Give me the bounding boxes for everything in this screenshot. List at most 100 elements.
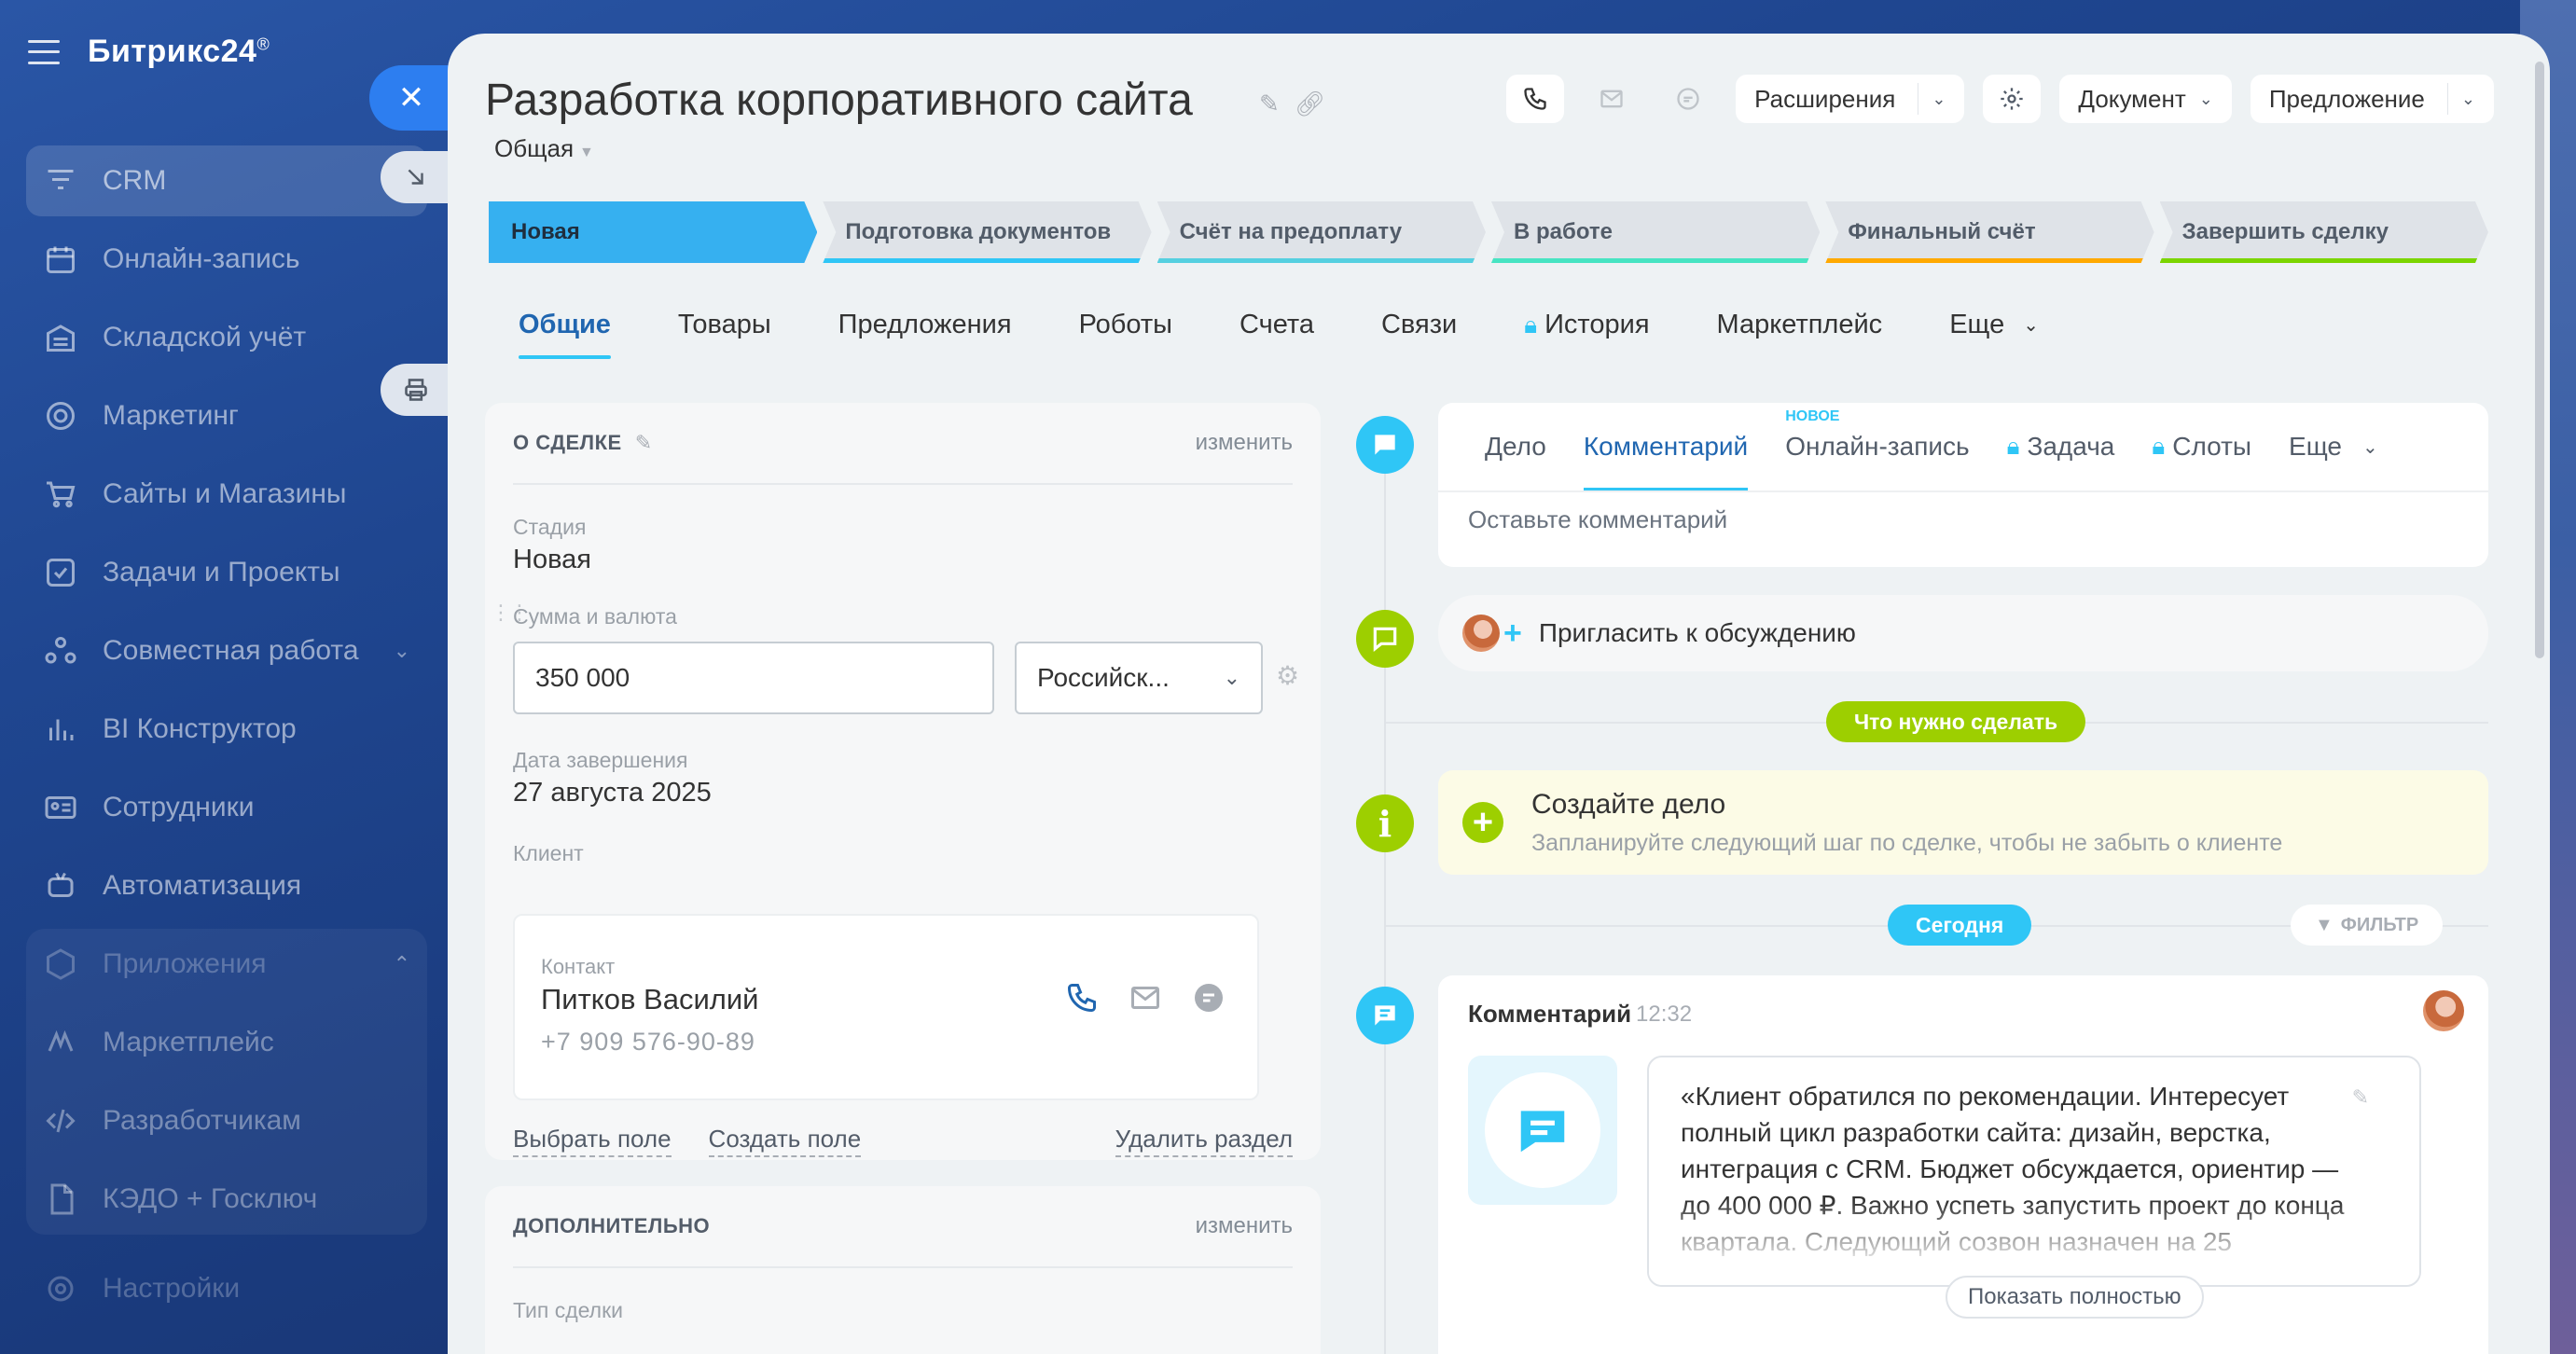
deal-title: Разработка корпоративного сайта [485, 76, 1193, 125]
tab-robots[interactable]: Роботы [1079, 310, 1172, 359]
warehouse-icon [43, 320, 78, 355]
close-date-value[interactable]: 27 августа 2025 [513, 778, 712, 808]
email-button[interactable] [1583, 75, 1641, 123]
stage-5[interactable]: Финальный счёт [1825, 201, 2154, 263]
editor-tab-comment[interactable]: Комментарий [1583, 403, 1749, 490]
tab-relations[interactable]: Связи [1381, 310, 1457, 359]
document-dropdown[interactable]: Документ ⌄ [2059, 75, 2232, 123]
arrow-down-right-icon [408, 169, 423, 185]
print-button[interactable] [381, 364, 451, 416]
tab-history[interactable]: 🔒︎ История [1524, 310, 1649, 359]
invite-to-discussion[interactable]: + Пригласить к обсуждению [1438, 595, 2488, 671]
menu-item-kedo[interactable]: КЭДО + Госключ [26, 1164, 427, 1235]
menu-item-crm[interactable]: CRM [26, 145, 427, 216]
editor-tab-task[interactable]: 🔒︎ Задача [2007, 403, 2115, 490]
pencil-icon[interactable]: ✎ [635, 431, 653, 455]
menu-item-marketplace[interactable]: Маркетплейс [26, 1007, 427, 1078]
info-icon: i [1356, 794, 1414, 852]
pencil-icon[interactable]: ✎ [1259, 90, 1280, 118]
stage-6[interactable]: Завершить сделку [2160, 201, 2488, 263]
market-icon [43, 1025, 78, 1060]
editor-tab-slots[interactable]: 🔒︎ Слоты [2152, 403, 2251, 490]
editor-tab-activity[interactable]: Дело [1485, 403, 1546, 490]
menu-item-sites[interactable]: Сайты и Магазины [26, 459, 427, 530]
comment-body[interactable]: «Клиент обратился по рекомендации. Интер… [1647, 1056, 2421, 1287]
edit-section-link[interactable]: изменить [1196, 430, 1293, 456]
stage-color-bar [823, 258, 1142, 263]
delete-section-link[interactable]: Удалить раздел [1115, 1125, 1293, 1157]
select-field-link[interactable]: Выбрать поле [513, 1125, 672, 1157]
menu-item-marketing[interactable]: Маркетинг [26, 380, 427, 451]
tab-general[interactable]: Общие [519, 310, 611, 359]
editor-tab-booking[interactable]: НОВОЕ Онлайн-запись [1785, 403, 1969, 490]
mail-icon[interactable] [1129, 981, 1162, 1015]
menu-item-apps[interactable]: Приложения ⌃ [26, 929, 427, 1000]
show-full-button[interactable]: Показать полностью [1946, 1276, 2204, 1319]
proposal-dropdown[interactable]: Предложение ⌄ [2250, 75, 2494, 123]
stage-1[interactable]: Новая [489, 201, 817, 263]
section-links: Выбрать поле Создать поле Удалить раздел [513, 1125, 1293, 1157]
create-field-link[interactable]: Создать поле [708, 1125, 862, 1157]
code-icon [43, 1103, 78, 1139]
chat-icon[interactable] [1192, 981, 1226, 1015]
menu-item-developers[interactable]: Разработчикам [26, 1085, 427, 1156]
menu-item-bi[interactable]: BI Конструктор [26, 694, 427, 765]
comment-input[interactable]: Оставьте комментарий [1468, 505, 1727, 534]
menu-group-apps: Приложения ⌃ Маркетплейс Разработчикам К… [26, 929, 427, 1235]
menu-list: CRM Онлайн-запись Складской учёт Маркети… [26, 145, 427, 1332]
tab-invoices[interactable]: Счета [1240, 310, 1314, 359]
mail-icon [1600, 90, 1623, 108]
new-badge: НОВОЕ [1785, 408, 1840, 424]
add-icon[interactable]: + [1462, 802, 1503, 843]
currency-select[interactable]: Российск... ⌄ [1015, 642, 1263, 714]
scrollbar[interactable] [2535, 62, 2544, 658]
tab-marketplace[interactable]: Маркетплейс [1717, 310, 1883, 359]
menu-item-employees[interactable]: Сотрудники [26, 772, 427, 843]
author-avatar[interactable] [2423, 990, 2464, 1031]
link-icon[interactable]: 🔗︎ [1295, 90, 1325, 118]
menu-item-collab[interactable]: Совместная работа ⌄ [26, 615, 427, 686]
extensions-dropdown[interactable]: Расширения ⌄ [1736, 75, 1965, 123]
tab-products[interactable]: Товары [678, 310, 771, 359]
speech-bubble-icon [1373, 627, 1397, 652]
editor-tab-more[interactable]: Еще ⌄ [2289, 403, 2378, 490]
stage-label: Стадия [513, 515, 587, 539]
tab-proposals[interactable]: Предложения [838, 310, 1012, 359]
contact-phone[interactable]: +7 909 576-90-89 [541, 1028, 755, 1057]
menu-item-automation[interactable]: Автоматизация [26, 850, 427, 921]
chat-button[interactable] [1659, 75, 1717, 123]
deal-category-selector[interactable]: Общая ▼ [494, 134, 594, 163]
pencil-icon[interactable]: ✎ [2352, 1085, 2369, 1110]
gear-icon[interactable]: ⚙︎ [1276, 660, 1299, 691]
edit-section-link[interactable]: изменить [1196, 1213, 1293, 1239]
stage-3[interactable]: Счёт на предоплату [1157, 201, 1486, 263]
amount-input[interactable]: 350 000 [513, 642, 994, 714]
settings-button[interactable] [1983, 75, 2042, 123]
minimize-slider-button[interactable] [381, 151, 451, 203]
stage-label: Финальный счёт [1848, 219, 2036, 244]
lock-icon: 🔒︎ [2152, 432, 2166, 460]
call-button[interactable] [1506, 75, 1565, 123]
stage-2[interactable]: Подготовка документов [823, 201, 1151, 263]
phone-icon[interactable] [1065, 981, 1099, 1015]
contact-actions [1065, 981, 1226, 1015]
tab-more[interactable]: Еще ⌄ [1949, 310, 2039, 359]
stage-4[interactable]: В работе [1491, 201, 1820, 263]
menu-burger-icon[interactable] [28, 39, 60, 64]
document-icon [43, 1181, 78, 1217]
contact-name[interactable]: Питков Василий [541, 983, 758, 1016]
stage-label: В работе [1513, 219, 1613, 244]
create-activity-prompt[interactable]: + Создайте дело Запланируйте следующий ш… [1438, 770, 2488, 875]
menu-item-tasks[interactable]: Задачи и Проекты [26, 537, 427, 608]
timeline-filter-button[interactable]: ▼ ФИЛЬТР [2291, 905, 2444, 946]
stage-color-bar [1825, 258, 2144, 263]
menu-item-inventory[interactable]: Складской учёт [26, 302, 427, 373]
menu-item-booking[interactable]: Онлайн-запись [26, 224, 427, 295]
brand-logo[interactable]: Битрикс24® [88, 34, 270, 70]
close-slider-button[interactable]: ✕ [369, 65, 453, 131]
menu-item-settings[interactable]: Настройки [26, 1253, 427, 1324]
drag-handle-icon[interactable]: ⋮⋮ [491, 602, 530, 623]
contact-kind: Контакт [541, 955, 616, 978]
stage-value[interactable]: Новая [513, 545, 591, 575]
cube-icon [43, 946, 78, 982]
